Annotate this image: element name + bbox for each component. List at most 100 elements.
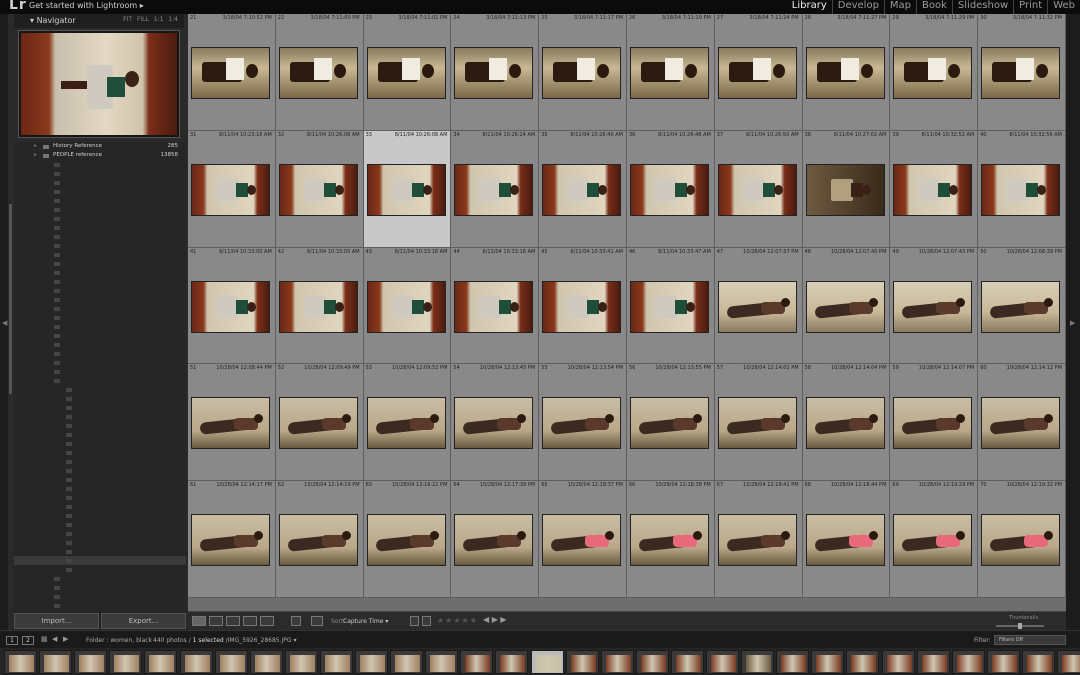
photo-thumbnail[interactable]	[366, 47, 446, 99]
photo-thumbnail[interactable]	[542, 163, 622, 216]
folder-row[interactable]	[14, 196, 186, 205]
photo-cell[interactable]: 44 8/11/04 10:33:18 AM	[451, 247, 540, 365]
photo-cell[interactable]: 46 8/11/04 10:33:47 AM	[627, 247, 715, 365]
photo-thumbnail[interactable]	[454, 163, 534, 216]
folder-row[interactable]	[14, 178, 186, 187]
photo-cell[interactable]: 24 3/18/04 7:11:13 PM	[451, 14, 540, 131]
photo-cell[interactable]: 21 3/18/04 7:10:52 PM	[188, 14, 276, 131]
folder-row[interactable]	[14, 538, 186, 547]
photo-thumbnail[interactable]	[717, 514, 797, 567]
folder-row[interactable]	[14, 223, 186, 232]
photo-cell[interactable]: 60 10/28/04 12:14:12 PM	[978, 364, 1066, 482]
folder-row[interactable]	[14, 601, 186, 610]
photo-thumbnail[interactable]	[191, 47, 270, 99]
photo-cell[interactable]: 61 10/28/04 12:14:17 PM	[188, 481, 276, 598]
photo-thumbnail[interactable]	[191, 397, 270, 450]
rotate-and-next-arrows[interactable]: ◀ ▶ ▶	[483, 615, 507, 624]
photo-cell[interactable]: 30 3/18/04 7:11:32 PM	[978, 14, 1066, 131]
disclosure-triangle-icon[interactable]: ▸	[34, 151, 37, 160]
filmstrip-thumbnail[interactable]	[916, 650, 950, 674]
folder-row[interactable]	[14, 160, 186, 169]
grid-icon[interactable]: ▦	[41, 635, 48, 643]
folder-row[interactable]	[14, 349, 186, 358]
photo-cell[interactable]: 65 10/28/04 12:18:37 PM	[539, 481, 627, 598]
module-library[interactable]: Library	[787, 0, 832, 14]
export-button[interactable]: Export...	[101, 613, 186, 629]
photo-thumbnail[interactable]	[454, 47, 534, 99]
folder-row[interactable]	[14, 286, 186, 295]
folder-row[interactable]	[14, 565, 186, 574]
filmstrip-thumbnail[interactable]	[776, 650, 810, 674]
sort-direction-icon[interactable]	[311, 616, 323, 626]
painter-spray-icon[interactable]	[291, 616, 301, 626]
photo-cell[interactable]: 52 10/28/04 12:09:49 PM	[275, 364, 364, 482]
folder-row[interactable]	[14, 484, 186, 493]
navigator-preview[interactable]	[18, 30, 180, 138]
photo-thumbnail[interactable]	[191, 163, 270, 216]
photo-thumbnail[interactable]	[454, 397, 534, 450]
filmstrip-thumbnail[interactable]	[1057, 650, 1080, 674]
folder-row[interactable]	[14, 304, 186, 313]
filmstrip-thumbnail[interactable]	[811, 650, 845, 674]
photo-cell[interactable]: 37 8/11/04 10:26:50 AM	[714, 130, 803, 248]
folder-row[interactable]	[14, 502, 186, 511]
folder-row[interactable]	[14, 232, 186, 241]
filmstrip-thumbnail[interactable]	[741, 650, 775, 674]
photo-thumbnail[interactable]	[278, 47, 358, 99]
folder-row[interactable]	[14, 187, 186, 196]
photo-thumbnail[interactable]	[630, 514, 709, 567]
folder-row[interactable]	[14, 475, 186, 484]
photo-cell[interactable]: 33 8/11/04 10:26:08 AM	[363, 130, 452, 248]
filmstrip-thumbnail[interactable]	[1021, 650, 1055, 674]
loupe-view-button[interactable]	[209, 616, 223, 626]
main-screen-button[interactable]: 1	[6, 636, 18, 645]
filmstrip-thumbnail[interactable]	[951, 650, 985, 674]
folder-row[interactable]	[14, 511, 186, 520]
filmstrip-thumbnail[interactable]	[390, 650, 424, 674]
photo-cell[interactable]: 45 8/11/04 10:33:41 AM	[539, 247, 627, 365]
photo-cell[interactable]: 34 8/11/04 10:26:24 AM	[451, 130, 540, 248]
folder-row[interactable]	[14, 394, 186, 403]
filmstrip-thumbnail[interactable]	[986, 650, 1020, 674]
photo-thumbnail[interactable]	[805, 514, 885, 567]
filmstrip-thumbnail[interactable]	[355, 650, 388, 674]
back-arrow-icon[interactable]: ◀	[52, 635, 57, 643]
photo-thumbnail[interactable]	[454, 514, 534, 567]
photo-cell[interactable]: 29 3/18/04 7:11:29 PM	[890, 14, 979, 131]
photo-thumbnail[interactable]	[630, 397, 709, 450]
folder-row[interactable]	[14, 340, 186, 349]
photo-thumbnail[interactable]	[717, 47, 797, 99]
filmstrip-thumbnail[interactable]	[74, 650, 108, 674]
folder-row[interactable]	[14, 547, 186, 556]
filmstrip-thumbnail[interactable]	[109, 650, 143, 674]
folder-row[interactable]	[14, 403, 186, 412]
module-develop[interactable]: Develop	[831, 0, 884, 14]
photo-cell[interactable]: 70 10/28/04 12:19:32 PM	[978, 481, 1066, 598]
module-print[interactable]: Print	[1013, 0, 1047, 14]
filmstrip-thumbnail[interactable]	[635, 650, 669, 674]
photo-cell[interactable]: 57 10/28/04 12:14:02 PM	[714, 364, 803, 482]
photo-cell[interactable]: 69 10/28/04 12:19:29 PM	[890, 481, 979, 598]
filmstrip-thumbnail[interactable]	[846, 650, 880, 674]
thumbnail-size-slider-handle[interactable]	[1018, 623, 1022, 629]
photo-cell[interactable]: 56 10/28/04 12:13:55 PM	[627, 364, 715, 482]
folder-row[interactable]	[14, 322, 186, 331]
forward-arrow-icon[interactable]: ▶	[63, 635, 68, 643]
second-screen-button[interactable]: 2	[22, 636, 34, 645]
filter-dropdown[interactable]: Filters Off	[994, 635, 1066, 645]
filmstrip-thumbnail[interactable]	[214, 650, 248, 674]
photo-cell[interactable]: 48 10/28/04 12:07:40 PM	[802, 247, 891, 365]
photo-cell[interactable]: 59 10/28/04 12:14:07 PM	[890, 364, 979, 482]
photo-thumbnail[interactable]	[542, 397, 622, 450]
filmstrip-thumbnail[interactable]	[530, 650, 564, 674]
module-book[interactable]: Book	[916, 0, 952, 14]
photo-thumbnail[interactable]	[630, 163, 709, 216]
flag-pick-icon[interactable]	[410, 616, 419, 626]
photo-thumbnail[interactable]	[366, 397, 446, 450]
folder-row[interactable]	[14, 439, 186, 448]
photo-cell[interactable]: 55 10/28/04 12:13:54 PM	[539, 364, 627, 482]
filmstrip-thumbnail[interactable]	[600, 650, 634, 674]
filmstrip-thumbnail[interactable]	[425, 650, 459, 674]
folder-row[interactable]	[14, 358, 186, 367]
photo-thumbnail[interactable]	[278, 397, 358, 450]
